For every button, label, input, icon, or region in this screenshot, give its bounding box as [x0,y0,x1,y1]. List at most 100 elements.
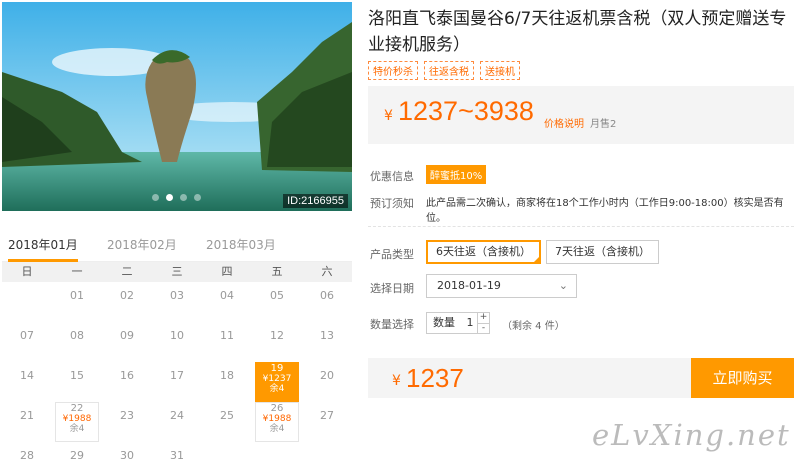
day-number: 17 [170,369,184,382]
total-price: 1237 [406,363,464,393]
weekday-label: 四 [221,265,233,278]
day-number: 04 [220,289,234,302]
day-number: 21 [20,409,34,422]
day-number: 31 [170,449,184,462]
price-range: 1237~3938 [398,96,534,126]
date-select[interactable]: 2018-01-19 ⌄ [426,274,577,298]
day-stock: 余4 [269,424,285,434]
day-number: 08 [70,329,84,342]
stock-remaining: （剩余 4 件） [502,321,565,332]
day-stock: 余4 [69,424,85,434]
calendar-day: 13 [302,322,352,362]
calendar-day: 17 [152,362,202,402]
quantity-value[interactable]: 1 [467,316,474,329]
tag-tax-included: 往返含税 [424,61,474,80]
day-content: 19 ¥1237 余4 [252,364,302,395]
watermark: eLvXing.net [592,418,791,452]
calendar-day: 14 [2,362,52,402]
quantity-stepper[interactable]: 数量 1 + - [426,312,490,334]
carousel-dot-active[interactable] [166,194,173,201]
tag-flash-sale: 特价秒杀 [368,61,418,80]
day-number: 23 [120,409,134,422]
calendar-day: 03 [152,282,202,322]
calendar-day: 21 [2,402,52,442]
carousel-dot[interactable] [152,194,159,201]
day-number: 30 [120,449,134,462]
weekday-label: 六 [321,265,333,278]
calendar-day: 06 [302,282,352,322]
booking-notice-text: 此产品需二次确认，商家将在18个工作小时内（工作日9:00-18:00）核实是否… [426,198,784,224]
product-title: 洛阳直飞泰国曼谷6/7天往返机票含税（双人预定赠送专业接机服务） [368,9,787,55]
day-number: 12 [270,329,284,342]
buy-now-button[interactable]: 立即购买 [691,358,794,398]
price-panel: ¥ 1237~3938 价格说明 月售2 [368,86,794,144]
quantity-stepper-buttons: + - [477,313,489,333]
calendar-day: 31 [152,442,202,467]
price-note-link[interactable]: 价格说明 [544,115,584,130]
weekday-label: 三 [171,265,183,278]
day-number: 03 [170,289,184,302]
day-number: 29 [70,449,84,462]
increment-icon[interactable]: + [478,313,489,324]
calendar-day: 04 [202,282,252,322]
calendar-day: 20 [302,362,352,402]
calendar-weekday-header: 日一二三四五六 [2,262,352,282]
option-6-day[interactable]: 6天往返（含接机） [426,240,541,264]
quantity-label: 数量选择 [370,318,414,331]
tab-month-jan[interactable]: 2018年01月 [8,236,78,262]
weekday-label: 五 [271,265,283,278]
day-number: 07 [20,329,34,342]
product-tags: 特价秒杀 往返含税 送接机 [368,61,520,80]
carousel-dots [152,194,201,201]
promo-label: 优惠信息 [370,170,414,183]
tab-month-mar[interactable]: 2018年03月 [206,236,276,259]
day-price: ¥1988 [62,414,92,424]
calendar-day: 09 [102,322,152,362]
calendar-day: 30 [102,442,152,467]
calendar-day: 11 [202,322,252,362]
calendar-day: 16 [102,362,152,402]
weekday-label: 二 [121,265,133,278]
day-number: 16 [120,369,134,382]
calendar-day-available[interactable]: 19 ¥1237 余4 [252,362,302,402]
day-content: 26 ¥1988 余4 [252,404,302,435]
product-type-label: 产品类型 [370,248,414,261]
day-number: 01 [70,289,84,302]
weekday-label: 日 [21,265,33,278]
date-label: 选择日期 [370,282,414,295]
day-price: ¥1237 [262,374,292,384]
weekday-label: 一 [71,265,83,278]
calendar-day: 08 [52,322,102,362]
day-number: 05 [270,289,284,302]
carousel-dot[interactable] [180,194,187,201]
day-content: 22 ¥1988 余4 [52,404,102,435]
chevron-down-icon: ⌄ [558,279,568,292]
day-number: 15 [70,369,84,382]
calendar-day: 07 [2,322,52,362]
calendar-grid: 01 02 03 04 05 06 07 08 09 10 11 12 13 14 15 16 17 18 19 ¥1… [2,282,352,467]
option-7-day[interactable]: 7天往返（含接机） [546,240,659,264]
product-photo[interactable]: ID:2166955 [2,2,352,211]
day-number: 25 [220,409,234,422]
day-stock: 余4 [269,384,285,394]
day-number: 27 [320,409,334,422]
carousel-dot[interactable] [194,194,201,201]
image-id-label: ID:2166955 [283,194,348,208]
landscape-image [2,2,352,211]
calendar-day: 27 [302,402,352,442]
calendar-day-available[interactable]: 26 ¥1988 余4 [252,402,302,442]
tab-month-feb[interactable]: 2018年02月 [107,236,177,259]
booking-notice-label: 预订须知 [370,197,414,210]
decrement-icon[interactable]: - [478,323,489,334]
calendar-day: 24 [152,402,202,442]
day-number: 24 [170,409,184,422]
total-currency: ¥ [392,373,401,389]
day-number: 11 [220,329,234,342]
calendar-day: 25 [202,402,252,442]
day-number: 20 [320,369,334,382]
calendar-month-tabs: 2018年01月 2018年02月 2018年03月 [2,232,352,262]
calendar-day-available[interactable]: 22 ¥1988 余4 [52,402,102,442]
total-panel: ¥ 1237 立即购买 [368,358,794,398]
date-value: 2018-01-19 [437,279,501,292]
calendar-day: 15 [52,362,102,402]
